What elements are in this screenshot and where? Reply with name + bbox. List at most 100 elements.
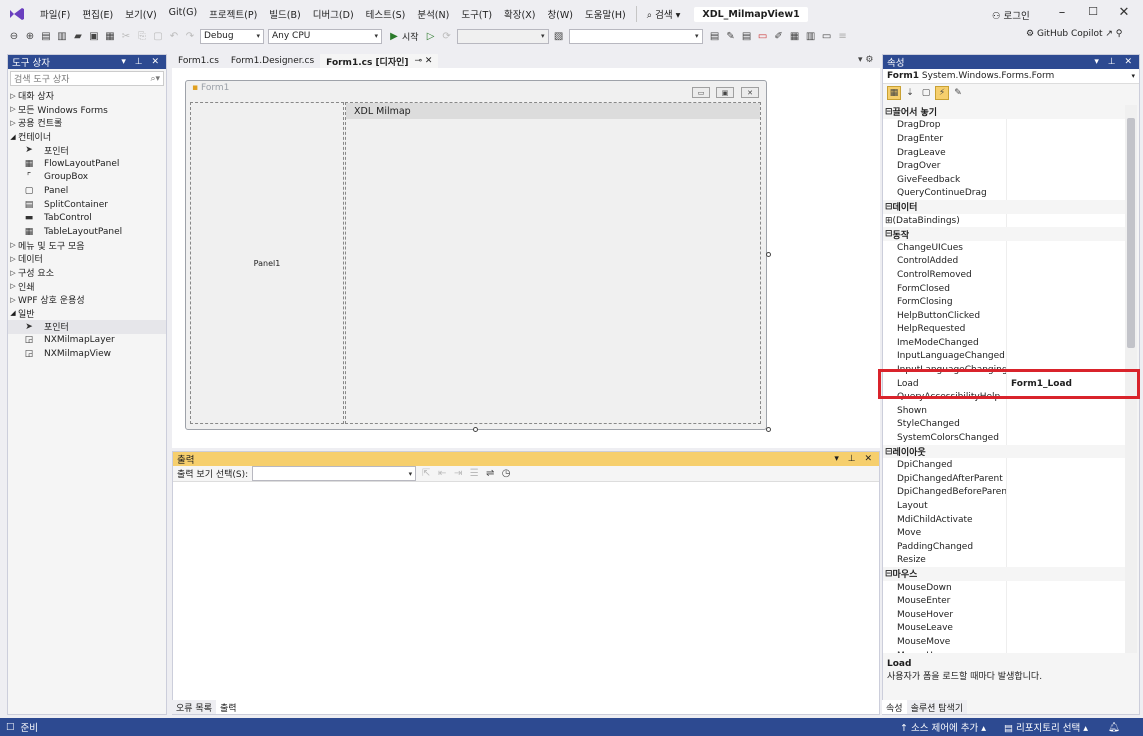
property-row[interactable]: MouseLeave: [883, 621, 1125, 636]
property-value[interactable]: [1007, 241, 1125, 255]
property-row[interactable]: StyleChanged: [883, 417, 1125, 432]
layout-icon[interactable]: ▤: [709, 30, 721, 42]
property-value[interactable]: [1007, 146, 1125, 160]
toolbox-category[interactable]: ▷ 구성 요소: [8, 266, 166, 280]
timestamp-icon[interactable]: ◷: [500, 468, 512, 480]
solution-icon[interactable]: ▧: [553, 30, 565, 42]
find-combo[interactable]: ▾: [568, 28, 703, 44]
property-row[interactable]: ChangeUICues: [883, 240, 1125, 255]
property-row[interactable]: DpiChangedBeforeParent: [883, 485, 1125, 500]
property-row[interactable]: InputLanguageChanged: [883, 349, 1125, 364]
property-value[interactable]: [1007, 350, 1125, 364]
start-without-debug-icon[interactable]: ▷: [425, 30, 437, 42]
menu-item[interactable]: 디버그(D): [307, 7, 360, 21]
property-row[interactable]: MdiChildActivate: [883, 512, 1125, 527]
comment-icon[interactable]: ≡: [837, 30, 849, 42]
property-row[interactable]: FormClosing: [883, 295, 1125, 309]
property-row[interactable]: MouseDown: [883, 580, 1125, 595]
property-value[interactable]: [1007, 268, 1125, 282]
property-value[interactable]: [1007, 404, 1125, 418]
property-row[interactable]: DragLeave: [883, 145, 1125, 160]
startup-item-select[interactable]: ▾: [456, 28, 549, 44]
property-row[interactable]: DragDrop: [883, 118, 1125, 133]
property-row[interactable]: MouseUp: [883, 648, 1125, 653]
menu-item[interactable]: Git(G): [163, 7, 204, 21]
property-row[interactable]: ControlRemoved: [883, 268, 1125, 282]
property-row[interactable]: ⊞ (DataBindings): [883, 213, 1125, 228]
resize-handle-bottom[interactable]: [473, 427, 478, 432]
alphabetical-icon[interactable]: ⇣: [903, 86, 917, 100]
collapse-icon[interactable]: ⊟: [885, 107, 893, 117]
property-row[interactable]: MouseEnter: [883, 594, 1125, 608]
copilot-button[interactable]: ⚙ GitHub Copilot ↗ ⚲: [1026, 29, 1122, 39]
platform-select[interactable]: Any CPU ▾: [268, 28, 382, 44]
expand-icon[interactable]: ▷: [8, 105, 18, 113]
property-row[interactable]: QueryContinueDrag: [883, 186, 1125, 201]
property-row[interactable]: GiveFeedback: [883, 172, 1125, 187]
start-button[interactable]: 시작: [402, 30, 419, 43]
property-row[interactable]: DragEnter: [883, 132, 1125, 146]
tab-dropdown-icon[interactable]: ▾ ⚙: [858, 55, 873, 65]
expand-icon[interactable]: ▷: [8, 296, 18, 304]
property-value[interactable]: [1007, 486, 1125, 500]
undo-icon[interactable]: ↶: [168, 30, 180, 42]
toolbox-item[interactable]: ▬ TabControl: [8, 211, 166, 225]
save-all-icon[interactable]: ▦: [104, 30, 116, 42]
prev-message-icon[interactable]: ⇤: [436, 468, 448, 480]
toolbox-item[interactable]: ◲ NXMilmapView: [8, 347, 166, 361]
toolbox-search-input[interactable]: 검색 도구 상자 ⌕▾: [10, 71, 164, 86]
menu-item[interactable]: 분석(N): [411, 7, 455, 21]
menu-item[interactable]: 테스트(S): [360, 7, 412, 21]
expand-icon[interactable]: ▷: [8, 269, 18, 277]
expand-icon[interactable]: ▷: [8, 255, 18, 263]
word-wrap-icon[interactable]: ⇌: [484, 468, 496, 480]
maximize-icon[interactable]: ☐: [1083, 5, 1103, 18]
panel-controls-icon[interactable]: ▾ ⊥ ✕: [121, 57, 166, 67]
categorized-icon[interactable]: ▦: [887, 86, 901, 100]
property-row[interactable]: PaddingChanged: [883, 540, 1125, 554]
toolbox-item[interactable]: ▢ Panel: [8, 184, 166, 198]
toolbox-category[interactable]: ▷ 공용 컨트롤: [8, 116, 166, 130]
redo-icon[interactable]: ↷: [184, 30, 196, 42]
property-row[interactable]: Move: [883, 526, 1125, 540]
property-category[interactable]: ⊟ 마우스: [883, 567, 1125, 581]
properties-bottom-tab[interactable]: 속성: [882, 700, 907, 714]
output-bottom-tab[interactable]: 출력: [215, 700, 241, 714]
property-value[interactable]: [1007, 649, 1125, 653]
property-value[interactable]: [1007, 431, 1125, 445]
collapse-icon[interactable]: ◢: [8, 309, 18, 317]
collapse-icon[interactable]: ⊟: [885, 229, 893, 239]
property-value[interactable]: [1007, 635, 1125, 649]
toolbox-item[interactable]: ▤ SplitContainer: [8, 198, 166, 212]
object-selector[interactable]: Form1 System.Windows.Forms.Form ▾: [883, 69, 1139, 84]
save-icon[interactable]: ▣: [88, 30, 100, 42]
menu-item[interactable]: 확장(X): [498, 7, 541, 21]
property-value[interactable]: [1007, 323, 1125, 337]
copy-icon[interactable]: ⎘: [136, 30, 148, 42]
panel1-control[interactable]: Panel1: [190, 102, 344, 424]
open-icon[interactable]: ▰: [72, 30, 84, 42]
toolbox-item[interactable]: ➤ 포인터: [8, 320, 166, 334]
toolbox-category[interactable]: ▷ 대화 상자: [8, 89, 166, 103]
property-row[interactable]: FormClosed: [883, 281, 1125, 296]
menu-item[interactable]: 창(W): [541, 7, 579, 21]
find-message-icon[interactable]: ⇱: [420, 468, 432, 480]
property-value[interactable]: [1007, 622, 1125, 636]
window-layout-icon[interactable]: ▥: [805, 30, 817, 42]
repository-button[interactable]: ▤ 리포지토리 선택 ▴: [1004, 720, 1088, 734]
property-pages-icon[interactable]: ✎: [951, 86, 965, 100]
property-row[interactable]: DpiChanged: [883, 458, 1125, 473]
configuration-select[interactable]: Debug ▾: [200, 28, 264, 44]
expand-icon[interactable]: ▷: [8, 282, 18, 290]
document-tab[interactable]: Form1.Designer.cs: [225, 54, 320, 68]
expand-icon[interactable]: ▷: [8, 119, 18, 127]
window-icon[interactable]: ▦: [789, 30, 801, 42]
milmap-view-control[interactable]: XDL Milmap: [345, 102, 761, 424]
document-tab[interactable]: Form1.cs [디자인] ⊸ ✕: [320, 54, 439, 68]
expand-icon[interactable]: ▷: [8, 92, 18, 100]
expand-icon[interactable]: ⊞: [885, 216, 893, 226]
property-value[interactable]: [1007, 187, 1125, 201]
menu-item[interactable]: 도구(T): [455, 7, 498, 21]
toolbox-category[interactable]: ◢ 일반: [8, 307, 166, 321]
minimize-icon[interactable]: –: [1052, 5, 1072, 20]
